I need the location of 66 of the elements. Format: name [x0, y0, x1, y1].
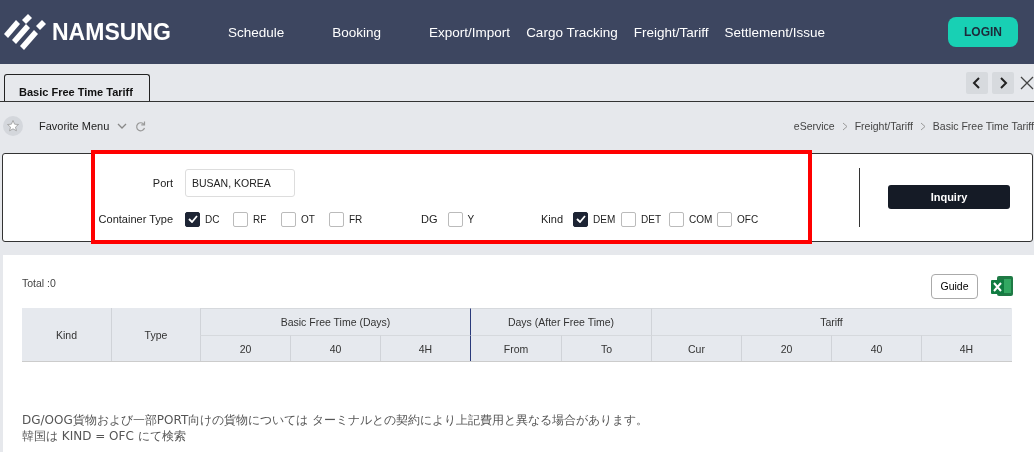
checkbox[interactable] [233, 211, 248, 227]
column-header: 20 [200, 335, 290, 361]
column-header: From [470, 335, 561, 361]
checkbox[interactable] [621, 211, 637, 227]
column-header: Days (After Free Time) [470, 308, 651, 335]
checkbox-label: RF [253, 213, 267, 225]
checkbox[interactable] [281, 211, 296, 227]
chevron-right-icon [919, 121, 926, 131]
nav-link[interactable]: Freight/Tariff [633, 24, 709, 40]
column-header: Type [111, 308, 200, 361]
checkbox[interactable] [573, 211, 589, 227]
column-header: 40 [290, 335, 380, 361]
total-count: Total :0 [22, 277, 56, 289]
refresh-icon[interactable] [135, 120, 147, 132]
close-icon[interactable] [1020, 76, 1034, 90]
checkbox[interactable] [329, 211, 344, 227]
checkbox-label: DET [641, 213, 662, 225]
port-field[interactable]: BUSAN, KOREA [185, 169, 295, 197]
column-header: To [561, 335, 651, 361]
logo-text: NAMSUNG [52, 18, 171, 46]
nav-link[interactable]: Booking [332, 24, 382, 40]
chevron-right-icon [841, 121, 848, 131]
nav-link[interactable]: Cargo Tracking [526, 24, 618, 40]
breadcrumb-link[interactable]: Freight/Tariff [854, 120, 913, 132]
filter-label: DG [421, 213, 438, 225]
checkbox[interactable] [717, 211, 733, 227]
column-header: Tariff [651, 308, 1011, 335]
column-header: 20 [741, 335, 831, 361]
column-header: Basic Free Time (Days) [200, 308, 470, 335]
next-button[interactable] [992, 72, 1014, 94]
checkbox-label: OT [301, 213, 315, 225]
checkbox-label: DC [205, 213, 220, 225]
page-tab[interactable]: Basic Free Time Tariff [4, 74, 150, 102]
guide-button[interactable]: Guide [931, 273, 978, 299]
note-text: DG/OOG貨物および一部PORT向けの貨物については ターミナルとの契約により上記費用と異なる場合があります。 [22, 412, 650, 428]
logo-icon [2, 12, 46, 52]
column-header: 4H [380, 335, 470, 361]
checkbox-label: COM [689, 213, 713, 225]
column-header: 40 [831, 335, 921, 361]
port-label: Port [151, 177, 174, 189]
checkbox[interactable] [447, 211, 463, 227]
chevron-down-icon[interactable] [117, 122, 128, 130]
checkbox[interactable] [669, 211, 685, 227]
chevron-right-icon[interactable] [998, 77, 1008, 89]
column-header: Kind [55, 327, 78, 343]
checkbox-label: OFC [737, 213, 759, 225]
checkbox-label: Y [467, 213, 475, 225]
login-button[interactable]: LOGIN [948, 17, 1018, 47]
breadcrumb-link[interactable]: eService [793, 120, 835, 132]
previous-button[interactable] [966, 72, 988, 94]
column-header: Cur [651, 335, 741, 361]
note-text: 韓国は KIND = OFC にて検索 [22, 428, 187, 444]
favorite-menu-label[interactable]: Favorite Menu [39, 120, 110, 132]
filter-label: Container Type [97, 213, 174, 225]
checkbox[interactable] [185, 211, 200, 227]
breadcrumb-link[interactable]: Basic Free Time Tariff [932, 120, 1034, 132]
spreadsheet-icon[interactable] [990, 274, 1014, 298]
filter-label: Kind [541, 213, 564, 225]
nav-link[interactable]: Schedule [228, 24, 285, 40]
checkbox-label: DEM [593, 213, 616, 225]
inquiry-button[interactable]: Inquiry [888, 185, 1010, 209]
checkbox-label: FR [349, 213, 363, 225]
nav-link[interactable]: Export/Import [429, 24, 511, 40]
chevron-left-icon[interactable] [972, 77, 982, 89]
column-header: 4H [921, 335, 1011, 361]
nav-link[interactable]: Settlement/Issue [724, 24, 825, 40]
